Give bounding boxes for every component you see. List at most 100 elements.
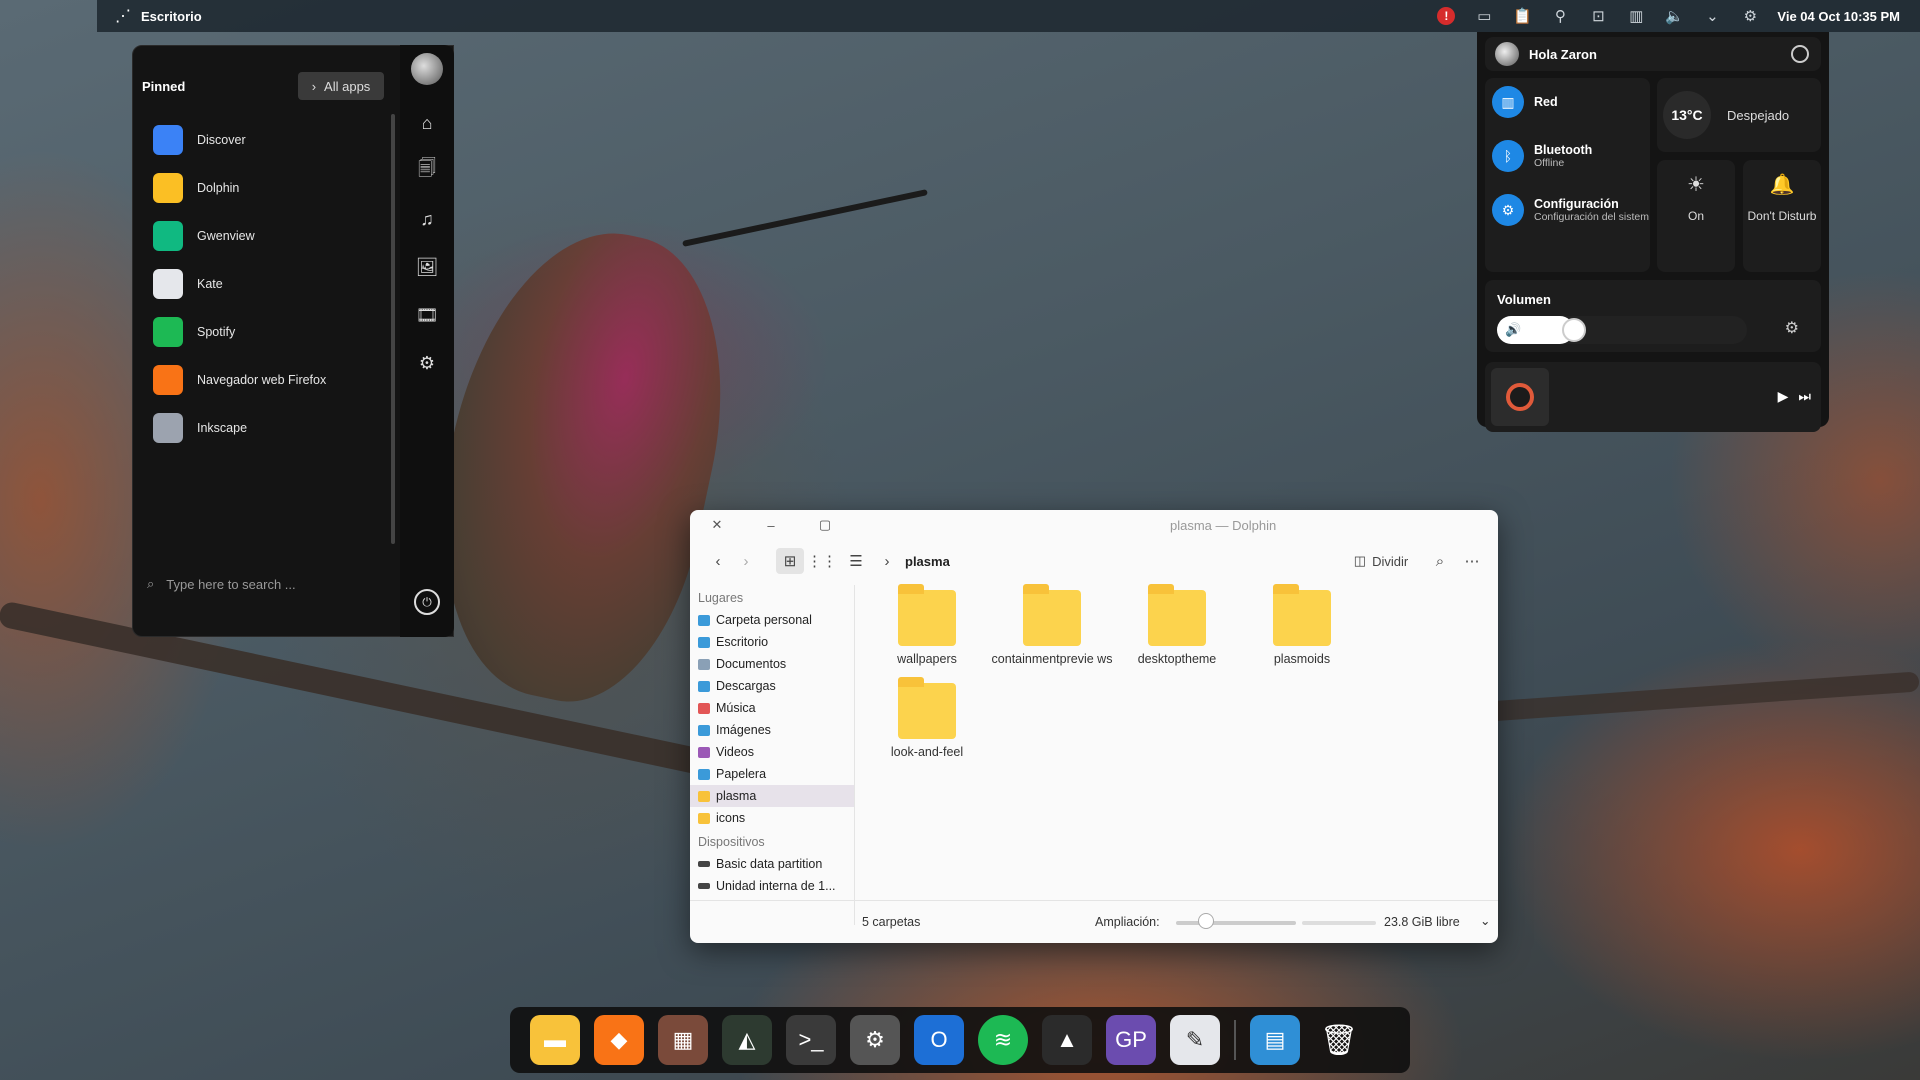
folder-label: plasmoids: [1273, 652, 1331, 666]
places-item[interactable]: icons: [690, 807, 854, 829]
pinned-app-inkscape[interactable]: Inkscape: [153, 404, 326, 452]
home-icon[interactable]: ⌂: [400, 99, 454, 147]
bluetooth-toggle[interactable]: ᛒ Bluetooth Offline: [1492, 140, 1592, 172]
places-item-label: Papelera: [716, 767, 767, 781]
outlook-icon[interactable]: O: [914, 1015, 964, 1065]
power-icon[interactable]: ⏻: [414, 589, 440, 615]
folder-label: look-and-feel: [890, 745, 964, 759]
places-item[interactable]: Imágenes: [690, 719, 854, 741]
menu-icon[interactable]: ⋯: [1460, 548, 1484, 574]
places-item[interactable]: Carpeta personal: [690, 609, 854, 631]
dolphin-icon[interactable]: ▬: [530, 1015, 580, 1065]
documents-icon[interactable]: 🗐: [400, 147, 454, 195]
location-icon[interactable]: ⚲: [1541, 0, 1579, 32]
details-view-icon[interactable]: ☰: [842, 548, 870, 574]
power-icon[interactable]: [1791, 45, 1809, 63]
settings-icon[interactable]: ⚙: [850, 1015, 900, 1065]
kate-icon[interactable]: ✎: [1170, 1015, 1220, 1065]
music-icon[interactable]: ♫: [400, 195, 454, 243]
all-apps-button[interactable]: › All apps: [298, 72, 384, 100]
alert-icon[interactable]: !: [1427, 0, 1465, 32]
avatar[interactable]: [411, 53, 443, 85]
pinned-app-label: Dolphin: [197, 181, 240, 195]
split-icon: ◫: [1353, 553, 1367, 568]
places-item[interactable]: Videos: [690, 741, 854, 763]
maximize-icon[interactable]: ▢: [816, 516, 834, 534]
free-space: 23.8 GiB libre: [1384, 915, 1460, 929]
firefox-icon: [153, 365, 183, 395]
file-view: wallpapers containmentprevie ws desktopthe…: [862, 584, 1492, 890]
audio-settings-icon[interactable]: ⚙: [1785, 318, 1799, 338]
places-item[interactable]: Documentos: [690, 653, 854, 675]
volume-slider[interactable]: 🔊: [1497, 316, 1747, 344]
pinned-app-discover[interactable]: Discover: [153, 116, 326, 164]
search-icon[interactable]: ⌕: [1428, 548, 1452, 574]
icons-view-icon[interactable]: ⊞: [776, 548, 804, 574]
places-item[interactable]: plasma: [690, 785, 854, 807]
pinned-app-spotify[interactable]: Spotify: [153, 308, 326, 356]
folder-item[interactable]: look-and-feel: [862, 677, 992, 759]
gwenview-icon[interactable]: ◭: [722, 1015, 772, 1065]
pinned-app-dolphin[interactable]: Dolphin: [153, 164, 326, 212]
settings-icon[interactable]: ⚙: [400, 339, 454, 387]
split-button[interactable]: ◫ Dividir: [1346, 548, 1416, 574]
places-item[interactable]: Papelera: [690, 763, 854, 785]
settings-icon: ⚙: [1492, 194, 1524, 226]
weather-card[interactable]: 13°C Despejado: [1657, 78, 1821, 152]
minimize-icon[interactable]: –: [762, 516, 780, 534]
system-settings-button[interactable]: ⚙ Configuración Configuración del sistem: [1492, 194, 1649, 226]
places-item[interactable]: Escritorio: [690, 631, 854, 653]
network-toggle[interactable]: ▥ Red: [1492, 86, 1558, 118]
volume-icon[interactable]: 🔈: [1655, 0, 1693, 32]
places-item-label: Escritorio: [716, 635, 769, 649]
device-item[interactable]: Basic data partition: [690, 853, 854, 875]
night-light-toggle[interactable]: ☀ On: [1657, 160, 1735, 272]
skip-next-icon[interactable]: ⏭: [1798, 388, 1811, 405]
play-icon[interactable]: ▶: [1778, 388, 1789, 405]
avatar: [1495, 42, 1519, 66]
back-icon[interactable]: ‹: [706, 548, 730, 574]
calculator-icon[interactable]: ▤: [1250, 1015, 1300, 1065]
chevron-down-icon[interactable]: ⌄: [1693, 0, 1731, 32]
volume-knob[interactable]: [1561, 318, 1586, 342]
folder-item[interactable]: containmentprevie ws: [987, 584, 1117, 666]
places-item[interactable]: Descargas: [690, 675, 854, 697]
input-icon[interactable]: ⊡: [1579, 0, 1617, 32]
start-menu-scrollbar[interactable]: [391, 114, 395, 544]
network-icon[interactable]: ▥: [1617, 0, 1655, 32]
pictures-icon[interactable]: 🖼: [400, 243, 454, 291]
close-icon[interactable]: ✕: [708, 516, 726, 534]
gimp-icon[interactable]: GP: [1106, 1015, 1156, 1065]
pinned-app-firefox[interactable]: Navegador web Firefox: [153, 356, 326, 404]
clipboard-icon[interactable]: 📋: [1503, 0, 1541, 32]
spotify-icon[interactable]: ≋: [978, 1015, 1028, 1065]
firefox-icon[interactable]: ◆: [594, 1015, 644, 1065]
breadcrumb[interactable]: plasma: [905, 554, 950, 569]
zoom-knob[interactable]: [1198, 913, 1214, 929]
trash-icon[interactable]: 🗑: [1314, 1015, 1364, 1065]
terminal-icon[interactable]: >_: [786, 1015, 836, 1065]
folder-item[interactable]: plasmoids: [1237, 584, 1367, 666]
inkscape-icon[interactable]: ▲: [1042, 1015, 1092, 1065]
top-panel: ⋰ Escritorio ! ▭ 📋 ⚲ ⊡ ▥ 🔈 ⌄ ⚙ Vie 04 Oc…: [97, 0, 1920, 32]
settings-icon[interactable]: ⚙: [1731, 0, 1769, 32]
device-item[interactable]: Unidad interna de 1...: [690, 875, 854, 897]
do-not-disturb-toggle[interactable]: 🔔 Don't Disturb: [1743, 160, 1821, 272]
discover-icon[interactable]: ▦: [658, 1015, 708, 1065]
clock[interactable]: Vie 04 Oct 10:35 PM: [1769, 9, 1920, 24]
zoom-slider[interactable]: [1176, 921, 1296, 925]
folder-item[interactable]: desktoptheme: [1112, 584, 1242, 666]
places-item[interactable]: Música: [690, 697, 854, 719]
display-icon[interactable]: ▭: [1465, 0, 1503, 32]
search-field[interactable]: ⌕ Type here to search ...: [147, 576, 296, 592]
folder-item[interactable]: wallpapers: [862, 584, 992, 666]
app-launcher-icon[interactable]: ⋰: [115, 6, 131, 26]
forward-icon[interactable]: ›: [734, 548, 758, 574]
pinned-app-kate[interactable]: Kate: [153, 260, 326, 308]
chevron-down-icon[interactable]: ⌄: [1480, 913, 1490, 928]
videos-icon[interactable]: 🎞: [400, 291, 454, 339]
window-titlebar[interactable]: ✕ – ▢ plasma — Dolphin: [690, 510, 1498, 540]
places-item-label: Documentos: [716, 657, 787, 671]
pinned-app-gwenview[interactable]: Gwenview: [153, 212, 326, 260]
compact-view-icon[interactable]: ⋮⋮: [807, 548, 837, 574]
